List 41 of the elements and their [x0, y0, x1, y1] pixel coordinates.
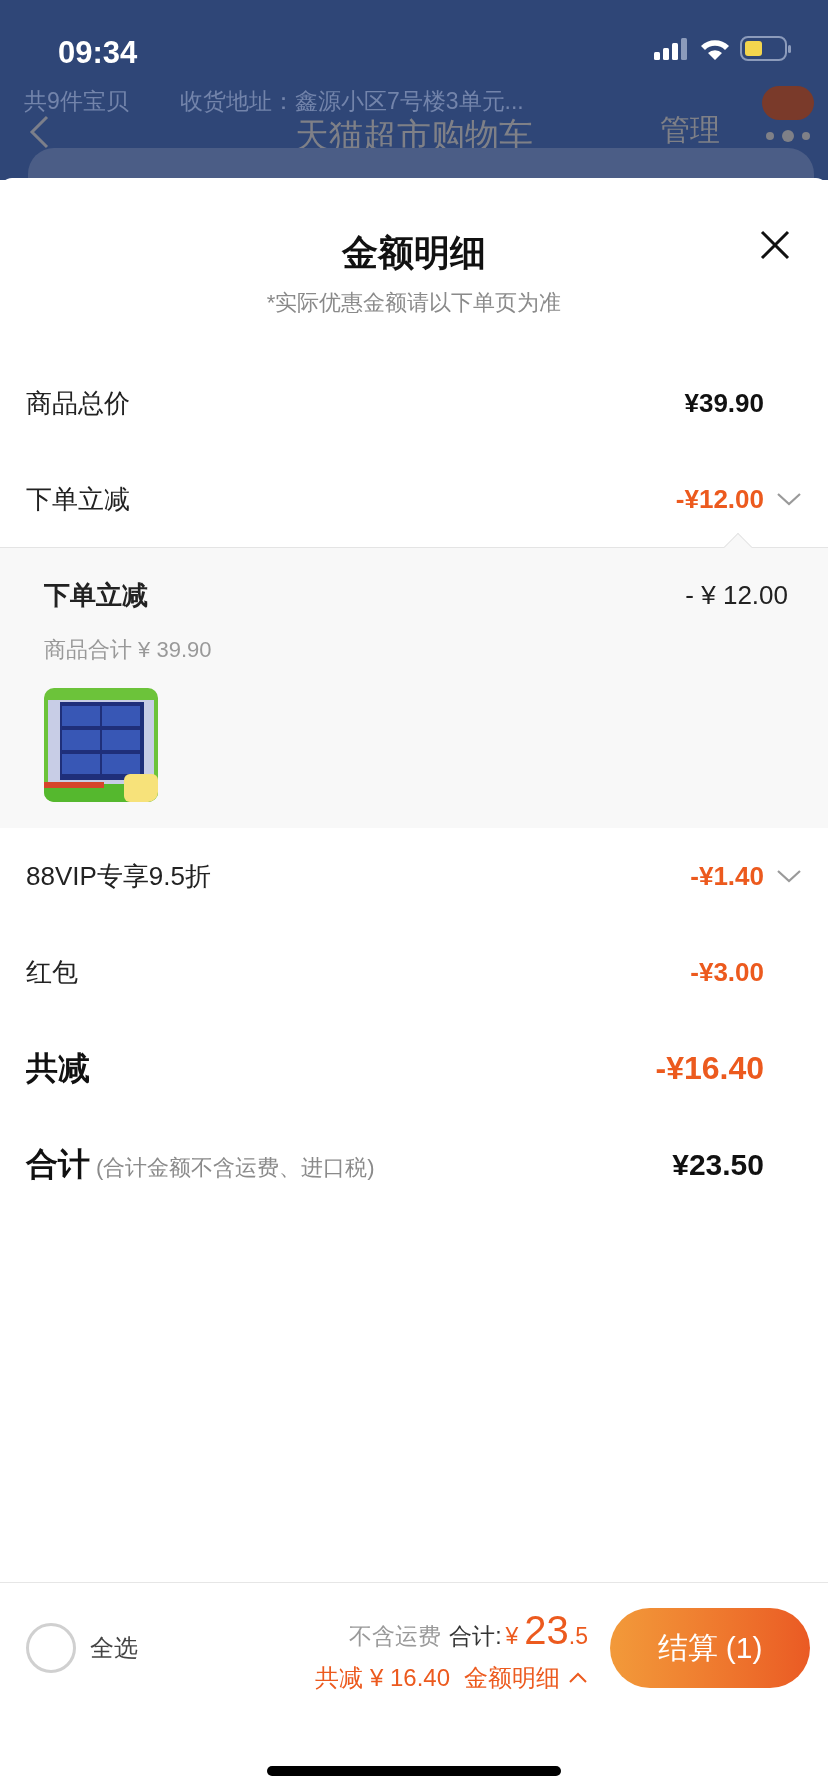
- detail-label: 下单立减: [44, 579, 148, 612]
- row-label: 88VIP专享9.5折: [26, 859, 211, 893]
- total-label: 合计:: [449, 1621, 502, 1651]
- row-label: 商品总价: [26, 386, 130, 420]
- row-label: 合计: [26, 1145, 90, 1184]
- detail-subtotal: 商品合计 ¥ 39.90: [44, 636, 213, 664]
- total-decimal: .5: [568, 1621, 588, 1651]
- sheet-subtitle: *实际优惠金额请以下单页为准: [266, 289, 562, 317]
- row-label: 红包: [26, 955, 78, 989]
- signal-icon: [654, 37, 690, 61]
- currency-sign: ¥: [505, 1621, 519, 1651]
- row-label: 共减: [26, 1049, 90, 1088]
- back-icon[interactable]: [28, 115, 50, 149]
- detail-amount: - ¥ 12.00: [685, 579, 788, 612]
- item-count: 共9件宝贝: [24, 87, 129, 116]
- row-amount: ¥23.50: [672, 1146, 764, 1183]
- select-all-radio[interactable]: [26, 1622, 76, 1673]
- status-time: 09:34: [58, 34, 138, 72]
- manage-button[interactable]: 管理: [660, 114, 720, 146]
- total-amount: 23: [524, 1606, 569, 1654]
- chevron-up-icon: [568, 1671, 588, 1684]
- more-menu-icon[interactable]: [762, 86, 814, 141]
- close-icon[interactable]: [760, 230, 790, 260]
- address-text: 收货地址：鑫源小区7号楼3单元...: [180, 87, 524, 116]
- chevron-down-icon: [776, 491, 802, 507]
- chevron-down-icon: [776, 868, 802, 884]
- row-label: 下单立减: [26, 482, 130, 516]
- checkout-button[interactable]: 结算 (1): [610, 1607, 810, 1688]
- row-amount: -¥1.40: [690, 859, 764, 893]
- battery-icon: [740, 36, 792, 62]
- wifi-icon: [700, 38, 730, 60]
- discount-total: 共减 ¥ 16.40: [315, 1662, 450, 1693]
- row-note: (合计金额不含运费、进口税): [96, 1154, 375, 1182]
- row-amount: -¥3.00: [690, 955, 764, 989]
- details-link[interactable]: 金额明细: [464, 1659, 588, 1696]
- shipping-note: 不含运费: [349, 1621, 442, 1651]
- sheet-title: 金额明细: [342, 231, 486, 275]
- row-amount: -¥12.00: [675, 482, 764, 516]
- row-amount: -¥16.40: [655, 1049, 764, 1088]
- row-amount: ¥39.90: [684, 386, 764, 420]
- select-all-label: 全选: [90, 1632, 138, 1663]
